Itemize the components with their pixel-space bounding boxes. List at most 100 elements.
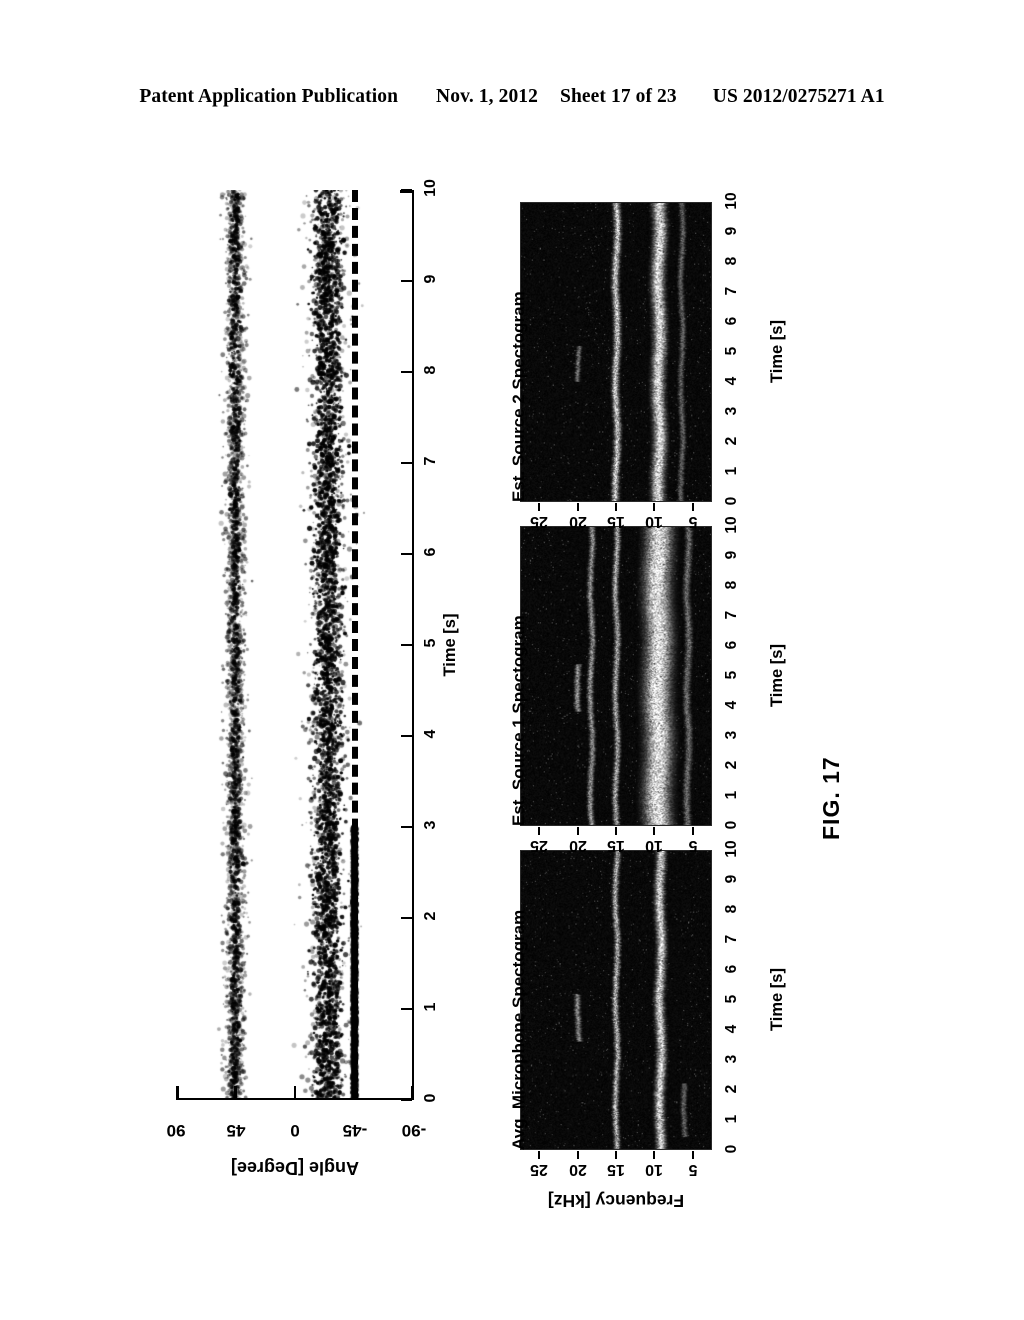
frequency-tick — [615, 503, 617, 511]
frequency-tick-label: 25 — [530, 837, 549, 854]
angle-time-tick-label: 3 — [422, 820, 439, 830]
figure-17: 0 1 2 3 4 5 6 7 8 9 10 90 45 0 -45 -90 Time [s] Angle … — [0, 150, 1024, 1250]
spectrogram-time-tick-label: 1 — [723, 1114, 740, 1124]
spectrogram-time-tick-label: 2 — [723, 760, 740, 770]
spectrogram-time-tick-label: 3 — [723, 730, 740, 740]
angle-time-tick — [401, 825, 412, 829]
angle-time-tick-label: 9 — [422, 274, 439, 284]
spectrogram-time-tick-label: 10 — [723, 516, 740, 534]
angle-time-tick — [401, 461, 412, 465]
frequency-tick — [653, 1151, 656, 1159]
spectrogram-time-tick-label: 9 — [723, 226, 740, 236]
frequency-tick — [538, 1151, 541, 1159]
spectrogram-time-tick-label: 7 — [723, 934, 740, 944]
frequency-tick — [538, 503, 541, 511]
frequency-tick — [576, 827, 579, 835]
spectrogram-time-tick-label: 3 — [723, 1054, 740, 1064]
spectrogram-time-tick-label: 8 — [723, 256, 740, 266]
spectrogram-time-tick-label: 7 — [723, 610, 740, 620]
angle-time-tick — [401, 916, 412, 920]
angle-time-tick-label: 8 — [422, 365, 439, 375]
spectrogram-time-tick-label: 5 — [723, 994, 740, 1004]
frequency-tick-label: 15 — [607, 837, 625, 854]
header-publication: Patent Application Publication — [139, 86, 399, 107]
frequency-tick-label: 25 — [530, 1161, 549, 1178]
spectrogram-time-tick-label: 5 — [723, 346, 740, 356]
spectrogram-time-tick-label: 5 — [723, 670, 740, 680]
frequency-tick — [691, 827, 694, 835]
spectrogram-time-tick-label: 2 — [723, 1084, 740, 1094]
header-patent-number: US 2012/0275271 A1 — [712, 86, 885, 107]
spectrogram-image-est-source-2 — [520, 202, 712, 502]
spectrogram-time-tick-label: 8 — [723, 904, 740, 914]
spectrogram-time-tick-label: 7 — [723, 286, 740, 296]
spectrogram-est-source-1 — [520, 526, 712, 826]
angle-time-tick-label: 10 — [422, 179, 439, 197]
frequency-tick — [653, 827, 656, 835]
angle-time-tick — [401, 643, 412, 647]
spectrogram-time-tick-label: 4 — [723, 1024, 740, 1034]
spectrogram-est-source-2 — [520, 202, 712, 502]
angle-degree-tick-label: -45 — [342, 1121, 367, 1140]
angle-degree-tick-label: 45 — [226, 1121, 245, 1140]
spectrogram-time-axis-title: Time [s] — [767, 968, 786, 1031]
page-header: Patent Application Publication Nov. 1, 2… — [0, 86, 1024, 108]
angle-degree-tick — [411, 1086, 414, 1098]
spectrogram-time-tick-label: 0 — [723, 820, 740, 830]
angle-time-tick-label: 6 — [422, 547, 439, 557]
spectrogram-time-tick-label: 1 — [723, 790, 740, 800]
spectrogram-title-avg-microphone: Avg. Microphone Spectogram — [509, 909, 528, 1150]
spectrogram-time-tick-label: 2 — [723, 436, 740, 446]
angle-degree-tick — [234, 1086, 237, 1098]
angle-degree-axis-title: Angle [Degree] — [230, 1158, 360, 1178]
frequency-tick-label: 5 — [688, 837, 698, 854]
angle-degree-tick — [293, 1086, 297, 1098]
angle-degree-tick — [353, 1086, 356, 1098]
frequency-tick-label: 10 — [645, 837, 664, 854]
frequency-axis-title: Frequency [kHz] — [547, 1191, 685, 1211]
frequency-tick-label: 10 — [645, 1161, 664, 1178]
spectrogram-image-est-source-1 — [520, 526, 712, 826]
frequency-tick — [576, 1151, 579, 1159]
angle-time-axis-title: Time [s] — [441, 613, 460, 677]
angle-time-tick-label: 4 — [422, 729, 439, 739]
angle-time-tick-label: 1 — [422, 1002, 439, 1012]
frequency-tick — [653, 503, 656, 511]
frequency-tick-label: 25 — [530, 513, 549, 530]
angle-time-tick-label: 5 — [422, 638, 439, 648]
spectrogram-title-est-source-2: Est. Source 2 Spectogram — [509, 291, 528, 502]
spectrogram-time-tick-label: 4 — [723, 376, 740, 386]
frequency-tick-label: 20 — [568, 1161, 587, 1178]
frequency-tick — [691, 503, 694, 511]
header-date: Nov. 1, 2012 — [436, 86, 538, 107]
spectrogram-time-tick-label: 6 — [723, 640, 740, 650]
frequency-tick — [538, 827, 541, 835]
angle-time-tick — [401, 370, 412, 374]
spectrogram-time-tick-label: 1 — [723, 466, 740, 476]
spectrogram-time-axis-title: Time [s] — [767, 644, 786, 707]
frequency-tick — [691, 1151, 694, 1159]
spectrogram-time-tick-label: 8 — [723, 580, 740, 590]
angle-degree-tick — [176, 1086, 179, 1098]
angle-time-tick — [401, 552, 412, 556]
frequency-tick-label: 20 — [568, 513, 587, 530]
frequency-tick — [615, 827, 617, 835]
figure-label: FIG. 17 — [818, 756, 844, 840]
angle-time-tick-label: 2 — [422, 911, 439, 921]
frequency-tick — [615, 1151, 617, 1159]
spectrogram-time-tick-label: 9 — [723, 550, 740, 560]
angle-time-tick — [401, 279, 412, 283]
spectrogram-image-avg-microphone — [520, 850, 712, 1150]
spectrogram-time-tick-label: 10 — [723, 840, 740, 858]
spectrogram-time-tick-label: 9 — [723, 874, 740, 884]
angle-degree-tick-label: -90 — [401, 1121, 427, 1140]
frequency-tick-label: 5 — [688, 1161, 698, 1178]
header-sheet: Sheet 17 of 23 — [560, 86, 677, 107]
spectrogram-time-tick-label: 0 — [723, 1144, 740, 1154]
angle-time-tick-label: 7 — [422, 456, 439, 466]
angle-time-tick-label: 0 — [422, 1093, 439, 1103]
frequency-tick-label: 20 — [568, 837, 587, 854]
frequency-tick-label: 5 — [688, 513, 698, 530]
spectrogram-time-tick-label: 3 — [723, 406, 740, 416]
spectrogram-time-tick-label: 6 — [723, 316, 740, 326]
